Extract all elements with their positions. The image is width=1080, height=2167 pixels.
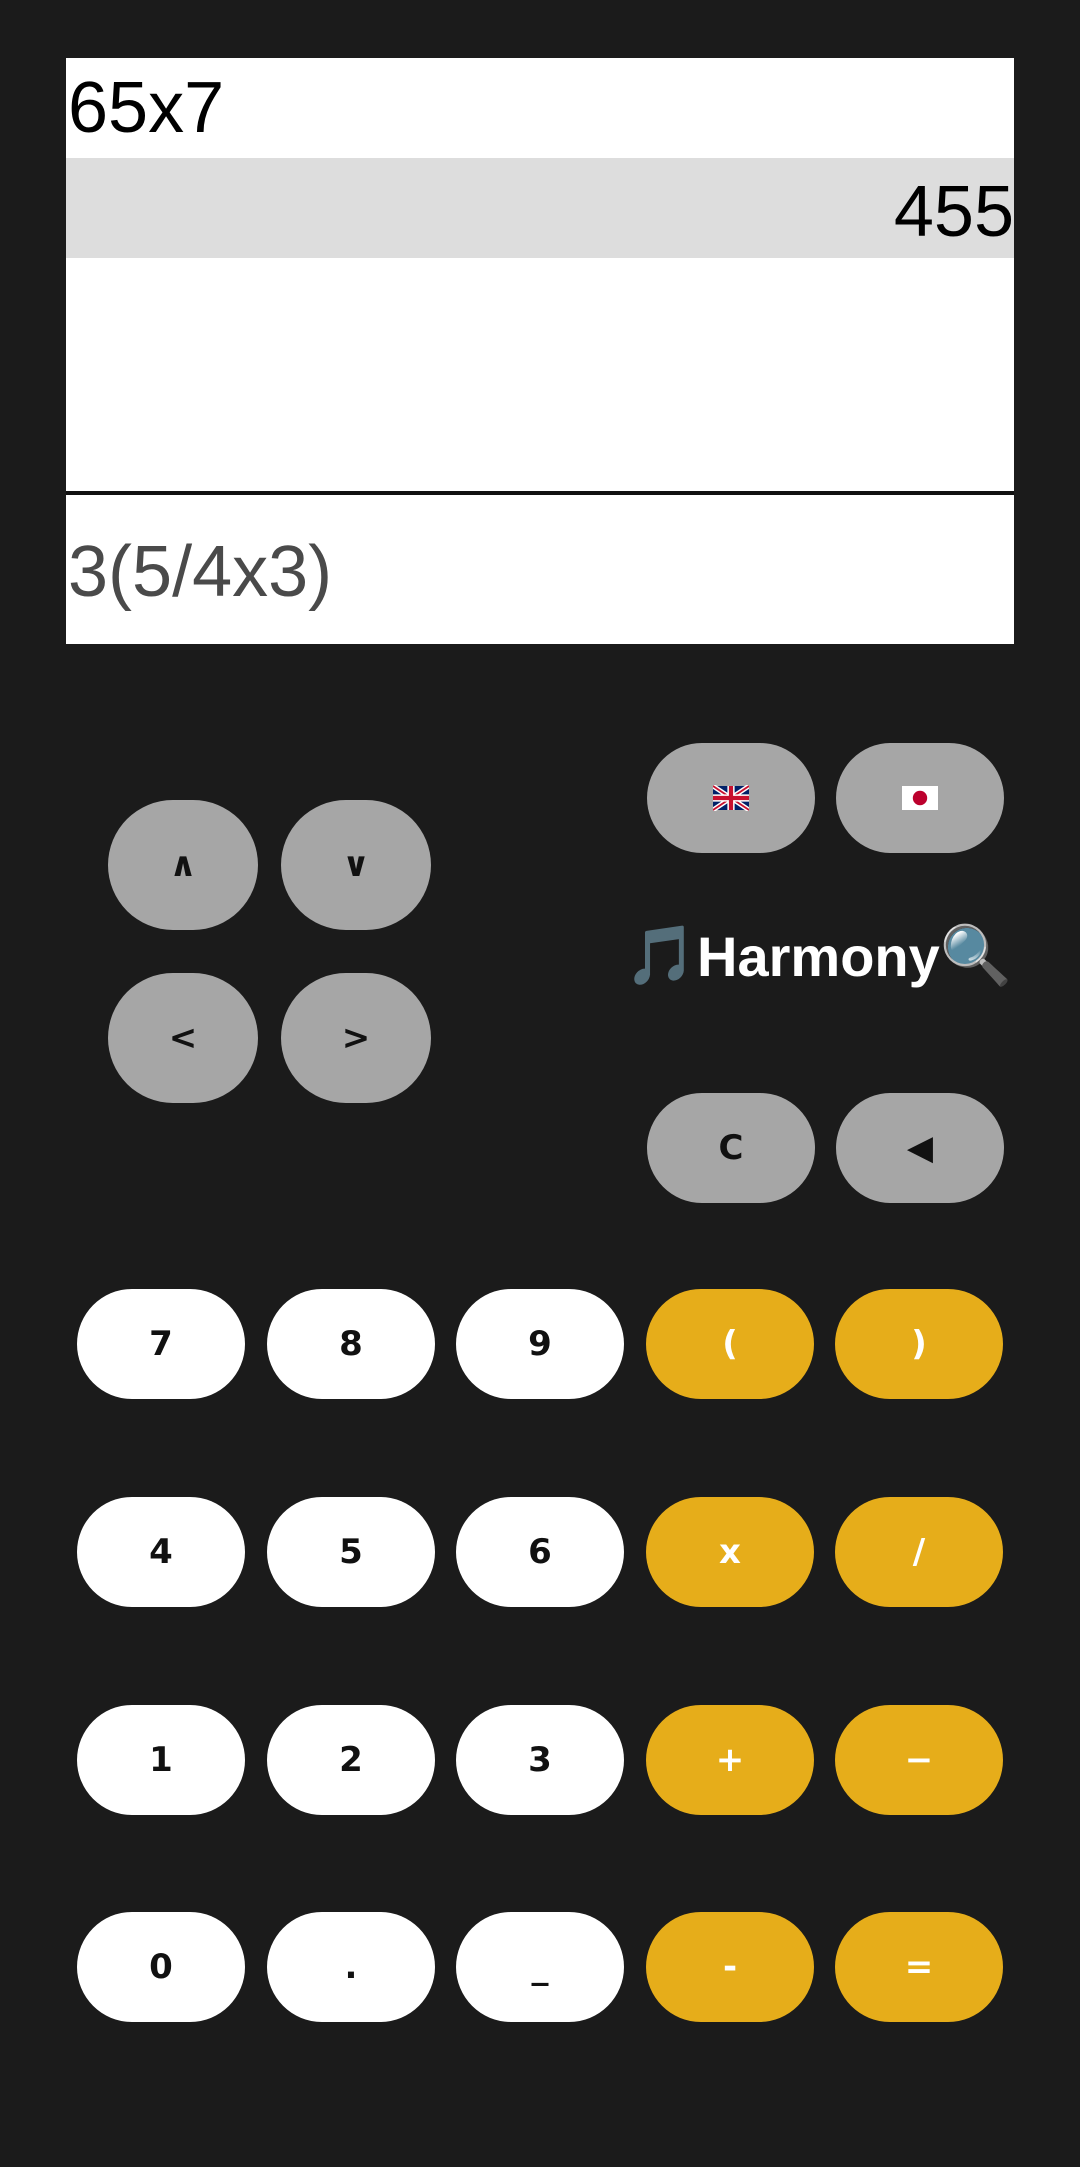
key-negative-button[interactable]: - bbox=[646, 1912, 814, 2022]
expression-input[interactable]: 3(5/4x3) bbox=[66, 495, 1014, 644]
key-multiply-button[interactable]: x bbox=[646, 1497, 814, 1607]
history-expression[interactable]: 65x7 bbox=[66, 58, 1014, 158]
key-plus-button[interactable]: + bbox=[646, 1705, 814, 1815]
cursor-down-button[interactable]: ∨ bbox=[281, 800, 431, 930]
key-1-button[interactable]: 1 bbox=[77, 1705, 245, 1815]
key-divide-button[interactable]: / bbox=[835, 1497, 1003, 1607]
key-minus-button[interactable]: − bbox=[835, 1705, 1003, 1815]
key-7-button[interactable]: 7 bbox=[77, 1289, 245, 1399]
key-5-button[interactable]: 5 bbox=[267, 1497, 435, 1607]
english-language-button[interactable] bbox=[647, 743, 815, 853]
cursor-up-button[interactable]: ∧ bbox=[108, 800, 258, 930]
japan-flag-icon bbox=[902, 786, 938, 810]
uk-flag-icon bbox=[713, 785, 749, 811]
key-equals-button[interactable]: = bbox=[835, 1912, 1003, 2022]
key-decimal-point-button[interactable]: . bbox=[267, 1912, 435, 2022]
history-result[interactable]: 455 bbox=[66, 158, 1014, 258]
key-0-button[interactable]: 0 bbox=[77, 1912, 245, 2022]
key-2-button[interactable]: 2 bbox=[267, 1705, 435, 1815]
key-9-button[interactable]: 9 bbox=[456, 1289, 624, 1399]
key-6-button[interactable]: 6 bbox=[456, 1497, 624, 1607]
harmony-brand[interactable]: 🎵 Harmony 🔍 bbox=[620, 918, 1012, 994]
magnifier-icon: 🔍 bbox=[939, 923, 1012, 988]
display-panel: 65x7 455 3(5/4x3) bbox=[66, 58, 1014, 644]
key-underscore-button[interactable]: _ bbox=[456, 1912, 624, 2022]
key-close-paren-button[interactable]: ) bbox=[835, 1289, 1003, 1399]
key-4-button[interactable]: 4 bbox=[77, 1497, 245, 1607]
key-3-button[interactable]: 3 bbox=[456, 1705, 624, 1815]
backspace-button[interactable]: ◀ bbox=[836, 1093, 1004, 1203]
japanese-language-button[interactable] bbox=[836, 743, 1004, 853]
brand-name: Harmony bbox=[697, 924, 940, 988]
key-8-button[interactable]: 8 bbox=[267, 1289, 435, 1399]
calculator-screen: 65x7 455 3(5/4x3) ∧ ∨ < > 🎵 Harmony 🔍 C … bbox=[0, 0, 1080, 2167]
cursor-right-button[interactable]: > bbox=[281, 973, 431, 1103]
music-note-icon: 🎵 bbox=[624, 923, 698, 988]
key-open-paren-button[interactable]: ( bbox=[646, 1289, 814, 1399]
clear-button[interactable]: C bbox=[647, 1093, 815, 1203]
cursor-left-button[interactable]: < bbox=[108, 973, 258, 1103]
